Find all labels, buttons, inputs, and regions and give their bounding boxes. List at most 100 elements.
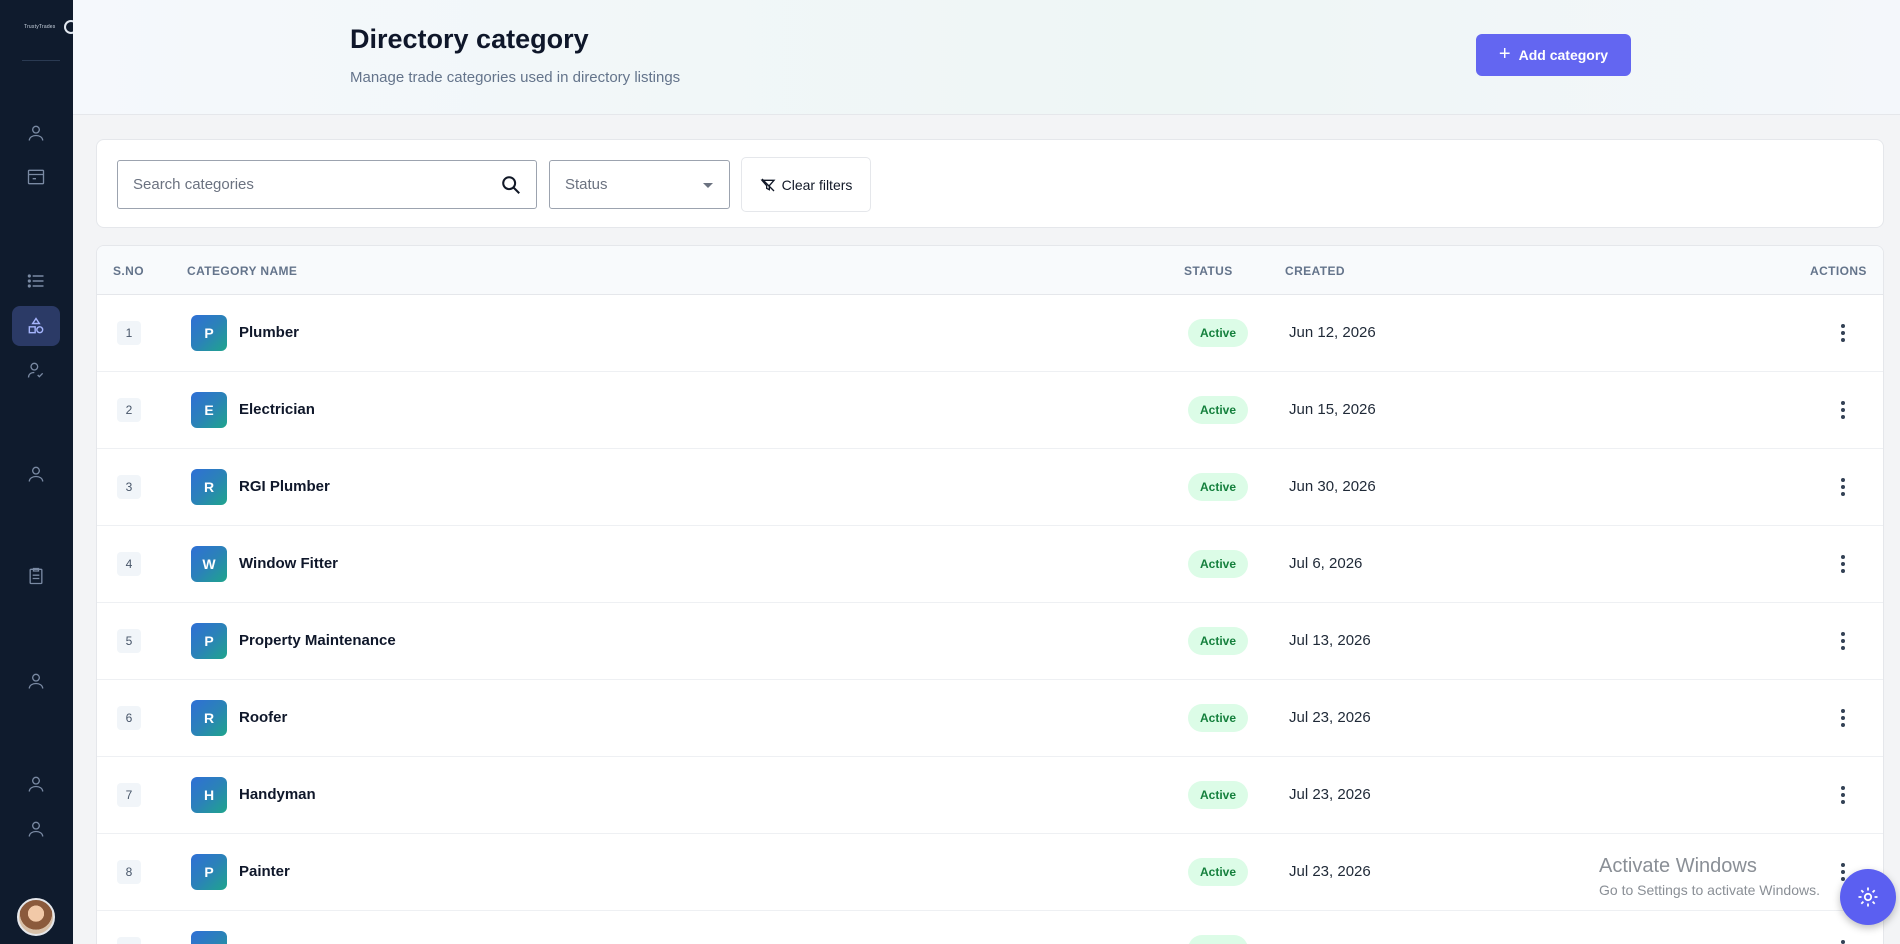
category-avatar: W <box>191 546 227 582</box>
watermark-title: Activate Windows <box>1599 855 1757 877</box>
category-name: Property Maintenance <box>239 632 396 649</box>
sidebar-item-users-4[interactable] <box>24 772 48 796</box>
category-name: Painter <box>239 863 290 880</box>
more-actions-icon[interactable] <box>1831 706 1855 730</box>
filter-off-icon <box>760 178 776 191</box>
table-row[interactable]: 6 R Roofer Active Jul 23, 2026 <box>97 680 1883 757</box>
sidebar: TrustyTrades <box>0 0 78 944</box>
table-row[interactable]: 7 H Handyman Active Jul 23, 2026 <box>97 757 1883 834</box>
status-badge: Active <box>1188 473 1249 501</box>
clear-filters-button[interactable]: Clear filters <box>741 157 871 212</box>
category-avatar: A <box>191 931 227 944</box>
user-icon <box>28 466 44 482</box>
category-avatar: P <box>191 315 227 351</box>
column-header-status: STATUS <box>1184 264 1233 278</box>
status-badge: Active <box>1188 781 1249 809</box>
column-header-created: CREATED <box>1285 264 1345 278</box>
sidebar-item-verifications[interactable] <box>24 358 48 382</box>
row-number: 8 <box>117 860 141 884</box>
row-number: 3 <box>117 475 141 499</box>
more-actions-icon[interactable] <box>1831 783 1855 807</box>
sidebar-item-users-2[interactable] <box>24 462 48 486</box>
status-badge: Active <box>1188 319 1249 347</box>
row-number: 2 <box>117 398 141 422</box>
user-avatar[interactable] <box>17 898 55 936</box>
sidebar-item-users-3[interactable] <box>24 669 48 693</box>
table-row[interactable]: 4 W Window Fitter Active Jul 6, 2026 <box>97 526 1883 603</box>
sidebar-item-list[interactable] <box>24 269 48 293</box>
search-icon[interactable] <box>500 174 522 196</box>
status-badge: Active <box>1188 396 1249 424</box>
gear-icon <box>1858 887 1878 907</box>
column-header-actions: ACTIONS <box>1810 264 1867 278</box>
category-avatar: P <box>191 623 227 659</box>
windows-activation-watermark: Activate Windows Go to Settings to activ… <box>1599 855 1820 898</box>
table-row[interactable]: 9 A Active <box>97 911 1883 944</box>
shapes-icon <box>28 317 44 334</box>
add-category-label: Add category <box>1518 47 1609 63</box>
user-icon <box>28 776 44 792</box>
app-logo[interactable]: TrustyTrades <box>24 24 55 30</box>
category-name: RGI Plumber <box>239 478 330 495</box>
chevron-down-icon <box>703 183 713 188</box>
storefront-icon <box>27 169 45 185</box>
clear-filters-label: Clear filters <box>781 176 853 193</box>
row-number: 9 <box>117 937 141 944</box>
row-number: 4 <box>117 552 141 576</box>
category-avatar: H <box>191 777 227 813</box>
category-avatar: P <box>191 854 227 890</box>
settings-fab-button[interactable] <box>1840 869 1896 925</box>
table-row[interactable]: 2 E Electrician Active Jun 15, 2026 <box>97 372 1883 449</box>
status-select[interactable]: Status <box>549 160 730 209</box>
created-date: Jul 6, 2026 <box>1289 555 1363 572</box>
more-actions-icon[interactable] <box>1831 321 1855 345</box>
user-check-icon <box>27 362 44 378</box>
created-date: Jun 12, 2026 <box>1289 324 1376 341</box>
category-name: Window Fitter <box>239 555 339 572</box>
row-number: 7 <box>117 783 141 807</box>
clipboard-icon <box>29 567 43 585</box>
more-actions-icon[interactable] <box>1831 475 1855 499</box>
filter-bar: Status Clear filters <box>96 139 1884 228</box>
add-category-button[interactable]: + Add category <box>1476 34 1631 76</box>
more-actions-icon[interactable] <box>1831 552 1855 576</box>
created-date: Jun 15, 2026 <box>1289 401 1376 418</box>
more-actions-icon[interactable] <box>1831 398 1855 422</box>
table-row[interactable]: 5 P Property Maintenance Active Jul 13, … <box>97 603 1883 680</box>
status-select-label: Status <box>565 176 608 193</box>
watermark-subtitle: Go to Settings to activate Windows. <box>1599 882 1820 898</box>
row-number: 5 <box>117 629 141 653</box>
more-actions-icon[interactable] <box>1831 629 1855 653</box>
page-title: Directory category <box>350 24 589 54</box>
sidebar-divider <box>22 60 60 61</box>
table-row[interactable]: 1 P Plumber Active Jun 12, 2026 <box>97 295 1883 372</box>
more-actions-icon[interactable] <box>1831 937 1855 944</box>
table-row[interactable]: 3 R RGI Plumber Active Jun 30, 2026 <box>97 449 1883 526</box>
sidebar-item-categories[interactable] <box>24 314 48 338</box>
created-date: Jul 23, 2026 <box>1289 863 1371 880</box>
column-header-category-name: CATEGORY NAME <box>187 264 298 278</box>
category-name: Roofer <box>239 709 288 726</box>
sidebar-item-users-5[interactable] <box>24 817 48 841</box>
row-number: 1 <box>117 321 141 345</box>
sidebar-item-reports[interactable] <box>24 564 48 588</box>
status-badge: Active <box>1188 550 1249 578</box>
search-input[interactable] <box>118 161 488 208</box>
plus-icon: + <box>1498 43 1511 65</box>
search-field <box>117 160 537 209</box>
page-subtitle: Manage trade categories used in director… <box>350 69 681 86</box>
created-date: Jul 23, 2026 <box>1289 786 1371 803</box>
sidebar-item-users[interactable] <box>24 121 48 145</box>
sidebar-item-listings[interactable] <box>24 165 48 189</box>
user-icon <box>28 821 44 837</box>
status-badge: Active <box>1188 935 1249 944</box>
list-icon <box>27 274 44 288</box>
created-date: Jul 23, 2026 <box>1289 709 1371 726</box>
created-date: Jun 30, 2026 <box>1289 478 1376 495</box>
page-header: Directory category Manage trade categori… <box>73 0 1900 115</box>
categories-table: S.NO CATEGORY NAME STATUS CREATED ACTION… <box>96 245 1884 944</box>
category-name: Plumber <box>239 324 300 341</box>
category-avatar: E <box>191 392 227 428</box>
status-badge: Active <box>1188 704 1249 732</box>
category-name: Handyman <box>239 786 316 803</box>
